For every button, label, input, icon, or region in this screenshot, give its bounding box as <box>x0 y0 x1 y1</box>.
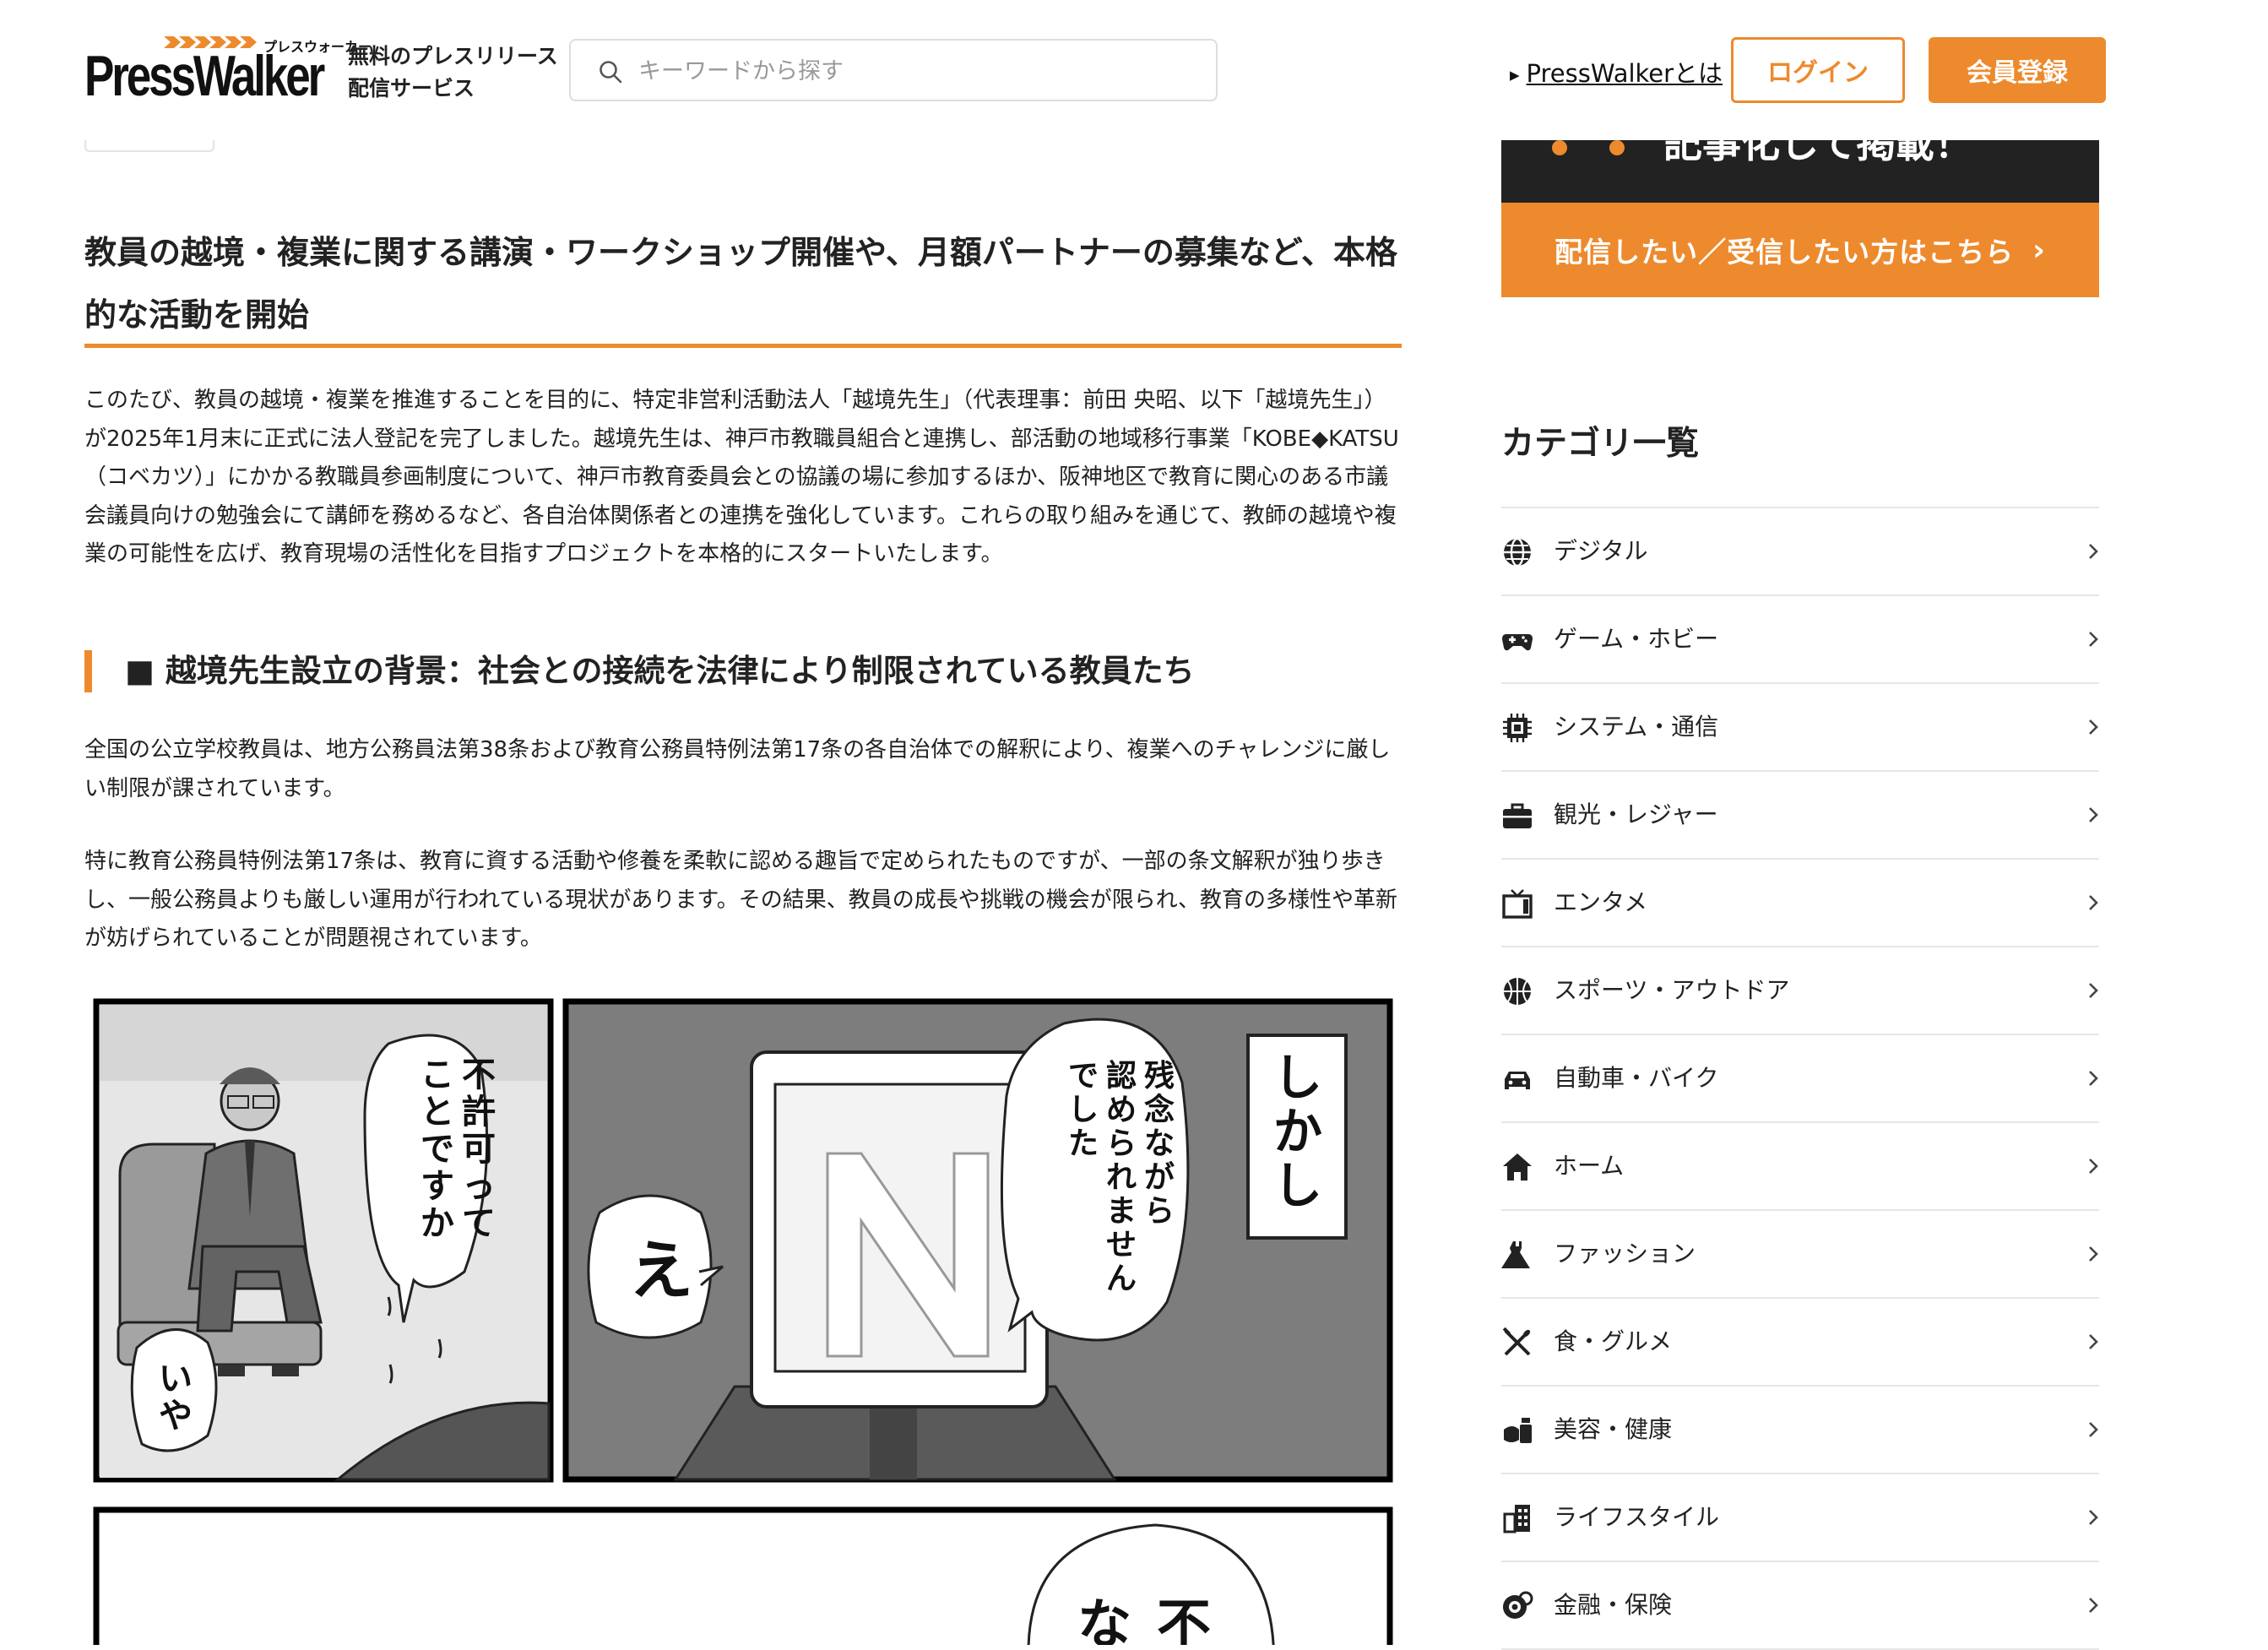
manga-text: いや <box>159 1360 193 1436</box>
chevron-right-icon <box>2089 1422 2098 1437</box>
chevron-right-icon <box>2089 1246 2098 1262</box>
utensils-icon <box>1502 1327 1531 1356</box>
chevron-right-icon: › <box>2032 232 2046 268</box>
manga-text: 残念ながら <box>1144 1059 1175 1229</box>
category-list: デジタル ゲーム・ホビー システム・通信 観光・レジャー エンタメ スポーツ・ア… <box>1501 507 2099 1650</box>
promo-dot <box>1552 140 1567 155</box>
category-heading: カテゴリ一覧 <box>1501 425 1700 463</box>
chevron-right-icon <box>2089 719 2098 735</box>
manga-illustration: 不許可って ことですか いや 残念ながら 認められません でした え しかし 不… <box>93 998 1393 1645</box>
chevron-right-icon <box>2089 544 2098 559</box>
category-item-food[interactable]: 食・グルメ <box>1501 1299 2099 1387</box>
category-item-lifestyle[interactable]: ライフスタイル <box>1501 1474 2099 1562</box>
suitcase-icon <box>1503 803 1532 828</box>
coins-icon <box>1503 1591 1533 1619</box>
cosmetics-icon <box>1504 1418 1532 1443</box>
manga-panel-2: 残念ながら 認められません でした え しかし <box>562 998 1393 1483</box>
manga-text: 不 <box>1157 1594 1211 1645</box>
category-item-digital[interactable]: デジタル <box>1501 508 2099 596</box>
manga-panel-1: 不許可って ことですか いや <box>93 998 554 1483</box>
promo-dot <box>1609 140 1625 155</box>
chevron-right-icon <box>2089 1334 2098 1349</box>
chevron-right-icon <box>2089 983 2098 998</box>
article-paragraph: 特に教育公務員特例法第17条は、教育に資する活動や修養を柔軟に認める趣旨で定めら… <box>84 849 1398 951</box>
chevron-right-icon <box>2089 807 2098 822</box>
basketball-icon <box>1504 978 1531 1005</box>
search-input[interactable] <box>637 49 1194 93</box>
triangle-icon: ▶ <box>1510 68 1520 83</box>
chevron-right-icon <box>2089 1159 2098 1174</box>
manga-text: 認められません <box>1106 1059 1137 1296</box>
category-item-finance[interactable]: 金融・保険 <box>1501 1562 2099 1650</box>
chevron-right-icon <box>2089 632 2098 647</box>
category-item-entertainment[interactable]: エンタメ <box>1501 860 2099 947</box>
manga-text: でした <box>1068 1059 1099 1161</box>
car-icon <box>1505 1072 1530 1089</box>
house-icon <box>1503 1153 1532 1181</box>
category-item-game-hobby[interactable]: ゲーム・ホビー <box>1501 596 2099 684</box>
category-item-beauty[interactable]: 美容・健康 <box>1501 1387 2099 1474</box>
manga-panel-3: 不 な <box>93 1506 1393 1645</box>
site-header: PressWalker プレスウォーカー 無料のプレスリリース 配信サービス ▶… <box>0 0 2268 140</box>
category-item-sports[interactable]: スポーツ・アウトドア <box>1501 947 2099 1035</box>
chevron-right-icon <box>2089 1598 2098 1613</box>
manga-text: え <box>629 1233 693 1308</box>
login-button[interactable]: ログイン <box>1731 37 1905 103</box>
category-item-travel[interactable]: 観光・レジャー <box>1501 772 2099 860</box>
article-intro: このたび、教員の越境・複業を推進することを目的に、特定非営利活動法人「越境先生」… <box>84 388 1399 567</box>
category-item-automotive[interactable]: 自動車・バイク <box>1501 1035 2099 1123</box>
manga-text: ことですか <box>421 1056 454 1243</box>
signup-button[interactable]: 会員登録 <box>1929 37 2106 103</box>
heading-accent-bar <box>84 650 92 692</box>
manga-text: な <box>1077 1594 1131 1645</box>
tv-icon <box>1502 889 1533 919</box>
category-item-system[interactable]: システム・通信 <box>1501 684 2099 772</box>
search-icon <box>600 61 622 84</box>
chip-icon <box>1503 714 1532 742</box>
site-tagline: 無料のプレスリリース 配信サービス <box>348 44 558 100</box>
manga-text: 不許可って <box>462 1056 496 1243</box>
globe-icon <box>1504 537 1531 567</box>
dress-icon <box>1501 1241 1530 1268</box>
promo-cta-button[interactable]: 配信したい／受信したい方はこちら › <box>1501 203 2099 297</box>
section-heading: ■ 越境先生設立の背景：社会との接続を法律により制限されている教員たち <box>84 650 1402 692</box>
building-icon <box>1503 1505 1530 1533</box>
about-link[interactable]: ▶ PressWalkerとは <box>1510 54 1723 90</box>
category-item-home[interactable]: ホーム <box>1501 1123 2099 1211</box>
search-box[interactable] <box>569 39 1218 101</box>
category-item-fashion[interactable]: ファッション <box>1501 1211 2099 1299</box>
chevron-right-icon <box>2089 1510 2098 1525</box>
gamepad-icon <box>1502 634 1533 651</box>
title-underline <box>84 344 1402 348</box>
presswalker-logo[interactable]: PressWalker プレスウォーカー <box>84 32 372 106</box>
manga-text: しかし <box>1273 1049 1322 1214</box>
chevron-right-icon <box>2089 895 2098 910</box>
article-paragraph: 全国の公立学校教員は、地方公務員法第38条および教育公務員特例法第17条の各自治… <box>84 737 1391 801</box>
chevron-right-icon <box>2089 1071 2098 1086</box>
promo-banner-dark[interactable]: 記事化して掲載！ <box>1501 140 2099 203</box>
article-title: 教員の越境・複業に関する講演・ワークショップ開催や、月額パートナーの募集など、本… <box>84 234 1397 334</box>
